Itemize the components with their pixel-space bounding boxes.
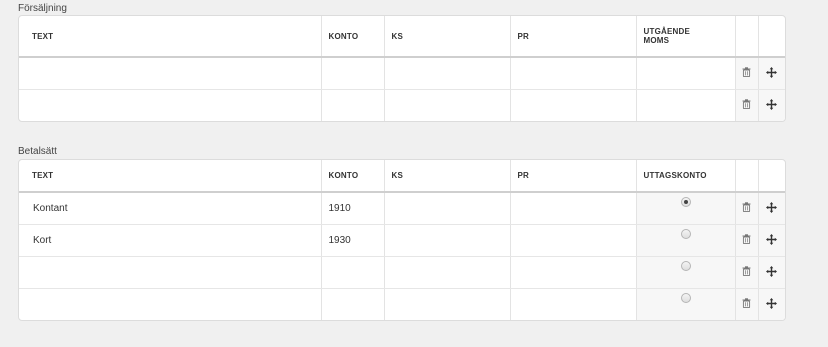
account-cell[interactable]: 1910 [321, 192, 385, 225]
move-cell[interactable] [758, 256, 785, 289]
vat-cell[interactable] [636, 89, 736, 121]
pr-cell[interactable] [510, 288, 637, 320]
text-cell[interactable] [19, 57, 322, 90]
withdrawal-account-cell [636, 224, 736, 257]
withdrawal-account-cell [636, 192, 736, 225]
text-cell[interactable]: Kort [19, 224, 322, 257]
move-cell[interactable] [758, 57, 785, 90]
text-cell[interactable] [19, 288, 322, 320]
trash-icon[interactable] [742, 67, 751, 80]
move-cell[interactable] [758, 89, 785, 121]
column-header-text: TEXT [19, 160, 322, 193]
withdrawal-account-cell [636, 288, 736, 320]
column-header-pr: PR [510, 16, 637, 58]
column-header-pr: PR [510, 160, 637, 193]
delete-cell[interactable] [735, 192, 759, 225]
move-icon[interactable] [766, 297, 778, 312]
pr-cell[interactable] [510, 224, 637, 257]
column-header-delete [735, 160, 759, 193]
trash-icon[interactable] [742, 99, 751, 112]
payment-header-row: TEXT KONTO KS PR UTTAGSKONTO [19, 160, 785, 193]
table-row: Kontant 1910 [19, 192, 785, 225]
withdrawal-account-radio[interactable] [680, 229, 691, 239]
text-cell[interactable] [19, 256, 322, 289]
account-cell[interactable] [321, 89, 385, 121]
column-header-account: KONTO [321, 16, 385, 58]
sales-section-title: Försäljning [18, 3, 67, 14]
delete-cell[interactable] [735, 57, 759, 90]
column-header-move [758, 16, 785, 58]
table-row: Kort 1930 [19, 224, 785, 257]
payment-table: TEXT KONTO KS PR UTTAGSKONTO Kontant 1910… [18, 159, 786, 321]
trash-icon[interactable] [742, 266, 751, 279]
pr-cell[interactable] [510, 89, 637, 121]
pr-cell[interactable] [510, 256, 637, 289]
column-header-account: KONTO [321, 160, 385, 193]
pr-cell[interactable] [510, 192, 637, 225]
trash-icon[interactable] [742, 202, 751, 215]
column-header-outgoing-vat: UTGÅENDE MOMS [636, 16, 736, 58]
column-header-ks: KS [384, 160, 511, 193]
withdrawal-account-cell [636, 256, 736, 289]
delete-cell[interactable] [735, 288, 759, 320]
delete-cell[interactable] [735, 224, 759, 257]
account-cell[interactable] [321, 256, 385, 289]
column-header-delete [735, 16, 759, 58]
move-icon[interactable] [766, 265, 778, 280]
move-icon[interactable] [766, 98, 778, 113]
text-cell[interactable]: Kontant [19, 192, 322, 225]
move-cell[interactable] [758, 288, 785, 320]
sales-header-row: TEXT KONTO KS PR UTGÅENDE MOMS [19, 16, 785, 58]
table-row [19, 57, 785, 90]
pr-cell[interactable] [510, 57, 637, 90]
text-cell[interactable] [19, 89, 322, 121]
account-cell[interactable] [321, 57, 385, 90]
column-header-ks: KS [384, 16, 511, 58]
delete-cell[interactable] [735, 256, 759, 289]
move-cell[interactable] [758, 224, 785, 257]
vat-cell[interactable] [636, 57, 736, 90]
move-icon[interactable] [766, 233, 778, 248]
account-cell[interactable]: 1930 [321, 224, 385, 257]
table-row [19, 89, 785, 121]
withdrawal-account-radio[interactable] [680, 293, 691, 303]
table-row [19, 256, 785, 289]
move-icon[interactable] [766, 66, 778, 81]
payment-section-title: Betalsätt [18, 146, 57, 157]
move-cell[interactable] [758, 192, 785, 225]
trash-icon[interactable] [742, 298, 751, 311]
ks-cell[interactable] [384, 256, 511, 289]
ks-cell[interactable] [384, 224, 511, 257]
ks-cell[interactable] [384, 89, 511, 121]
delete-cell[interactable] [735, 89, 759, 121]
move-icon[interactable] [766, 201, 778, 216]
ks-cell[interactable] [384, 57, 511, 90]
column-header-text: TEXT [19, 16, 322, 58]
account-cell[interactable] [321, 288, 385, 320]
trash-icon[interactable] [742, 234, 751, 247]
ks-cell[interactable] [384, 192, 511, 225]
column-header-move [758, 160, 785, 193]
sales-table: TEXT KONTO KS PR UTGÅENDE MOMS [18, 15, 786, 122]
withdrawal-account-radio[interactable] [680, 197, 691, 207]
column-header-withdrawal-account: UTTAGSKONTO [636, 160, 736, 193]
table-row [19, 288, 785, 320]
withdrawal-account-radio[interactable] [680, 261, 691, 271]
ks-cell[interactable] [384, 288, 511, 320]
